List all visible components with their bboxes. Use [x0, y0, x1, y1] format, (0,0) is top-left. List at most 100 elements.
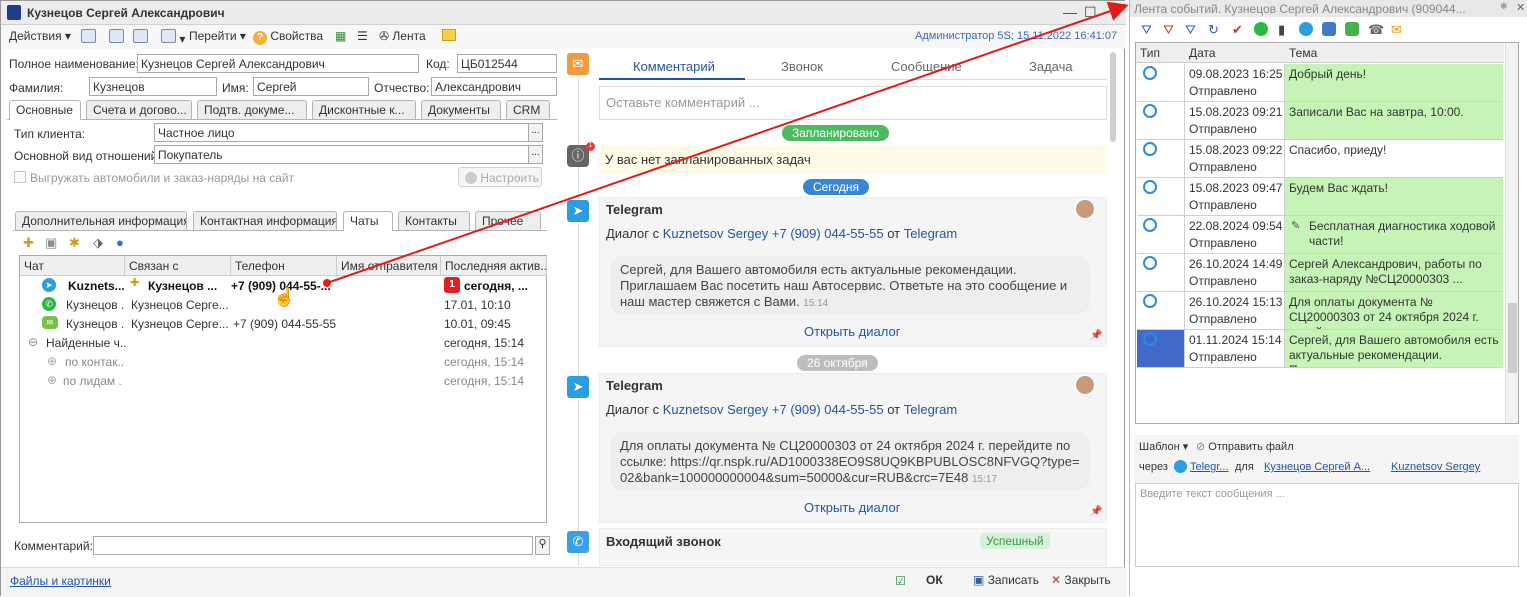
tab-documents[interactable]: Документы: [421, 100, 501, 119]
link-chat-icon[interactable]: ✱: [69, 235, 80, 251]
open-dialog-link[interactable]: Открыть диалог: [804, 324, 900, 339]
name-field[interactable]: Сергей: [253, 77, 369, 96]
col-topic[interactable]: Тема: [1289, 46, 1317, 60]
via-channel-link[interactable]: Telegr...: [1190, 461, 1229, 473]
comment-field[interactable]: [93, 536, 533, 555]
event-row[interactable]: 26.10.2024 14:49 Отправлено Сергей Алексан…: [1137, 254, 1503, 292]
subtab-other[interactable]: Прочее: [475, 211, 541, 230]
contacts-chat-icon[interactable]: ▣: [45, 235, 57, 251]
template-menu[interactable]: Шаблон ▾: [1139, 440, 1188, 453]
col-phone[interactable]: Телефон: [231, 256, 337, 276]
toolbar-icon-4[interactable]: ▾: [161, 29, 185, 46]
expand-icon[interactable]: ⊕: [47, 354, 57, 368]
pin-icon[interactable]: 📌: [1090, 506, 1102, 517]
ok-button[interactable]: ОК: [926, 573, 943, 587]
filter-icon[interactable]: ⛛: [1141, 22, 1152, 38]
tab-message[interactable]: Сообщение: [891, 59, 962, 74]
tab-confirm-docs[interactable]: Подтв. докуме...: [197, 100, 307, 119]
col-linked[interactable]: Связан с: [125, 256, 231, 276]
event-row[interactable]: 15.08.2023 09:47 Отправлено Будем Вас ждат…: [1137, 178, 1503, 216]
client-type-field[interactable]: Частное лицо: [154, 123, 529, 142]
col-type[interactable]: Тип: [1140, 46, 1160, 60]
toolbar-icon-1[interactable]: [81, 29, 96, 46]
tab-accounts[interactable]: Счета и догово...: [86, 100, 192, 119]
minimize-icon[interactable]: —: [1063, 4, 1077, 20]
phone-link[interactable]: +7 (909) 044-55-55: [772, 226, 884, 241]
subtab-additional-info[interactable]: Дополнительная информация: [15, 211, 187, 230]
subtab-contact-info[interactable]: Контактная информация: [193, 211, 337, 230]
code-field[interactable]: ЦБ012544: [457, 54, 557, 73]
col-last-activity[interactable]: Последняя актив...: [441, 256, 547, 276]
phone-device-icon[interactable]: ▮: [1278, 22, 1285, 38]
comment-input[interactable]: Оставьте комментарий ...: [599, 86, 1107, 120]
col-chat[interactable]: Чат: [20, 256, 125, 276]
full-name-field[interactable]: Кузнецов Сергей Александрович: [137, 54, 419, 73]
event-row[interactable]: 22.08.2024 09:54 Отправлено Бесплатная диа…: [1137, 216, 1503, 254]
contact-link[interactable]: Kuznetsov Sergey: [663, 226, 769, 241]
tab-discount[interactable]: Дисконтные к...: [312, 100, 416, 119]
tag-chat-icon[interactable]: ⬗: [93, 235, 103, 251]
cash-register-icon[interactable]: ▦: [335, 29, 346, 43]
filter-settings-icon[interactable]: ⛛: [1185, 22, 1196, 38]
note-icon[interactable]: [442, 29, 456, 44]
feed-scrollbar[interactable]: [1110, 52, 1116, 142]
phone-link[interactable]: +7 (909) 044-55-55: [772, 402, 884, 417]
tab-crm[interactable]: CRM: [506, 100, 550, 119]
close-button[interactable]: ✕ Закрыть: [1051, 573, 1111, 587]
col-sender[interactable]: Имя отправителя: [337, 256, 441, 276]
configure-button[interactable]: Настроить: [458, 167, 542, 187]
open-dialog-link[interactable]: Открыть диалог: [804, 500, 900, 515]
event-row[interactable]: 15.08.2023 09:21 Отправлено Записали Вас н…: [1137, 102, 1503, 140]
send-file-button[interactable]: ⊘ Отправить файл: [1196, 440, 1294, 453]
files-link[interactable]: Файлы и картинки: [10, 574, 111, 588]
event-row[interactable]: 09.08.2023 16:25 Отправлено Добрый день!: [1137, 64, 1503, 102]
toolbar-icon-2[interactable]: [109, 29, 124, 46]
properties-button[interactable]: ? Свойства: [253, 29, 323, 45]
for-contact-link[interactable]: Кузнецов Сергей А...: [1264, 461, 1370, 473]
maximize-icon[interactable]: ☐: [1084, 4, 1097, 21]
contact-link[interactable]: Kuznetsov Sergey: [663, 402, 769, 417]
pin-icon[interactable]: 📌: [1090, 330, 1102, 341]
event-row[interactable]: 26.10.2024 15:13 Отправлено Для оплаты док…: [1137, 292, 1503, 330]
group-found-chats[interactable]: ⊖ Найденные ч... сегодня, 15:14: [20, 333, 546, 352]
list-icon[interactable]: ☰: [357, 29, 368, 43]
col-date[interactable]: Дата: [1189, 46, 1216, 60]
actions-menu[interactable]: Действия ▾: [9, 29, 71, 43]
email-icon[interactable]: ✉: [1391, 22, 1402, 38]
tab-call[interactable]: Звонок: [781, 59, 823, 74]
check-list-icon[interactable]: ✔: [1232, 22, 1243, 38]
message-input[interactable]: Введите текст сообщения ...: [1135, 483, 1519, 567]
tab-task[interactable]: Задача: [1029, 59, 1073, 74]
subtab-contacts[interactable]: Контакты: [398, 211, 470, 230]
subtab-chats[interactable]: Чаты: [343, 211, 393, 231]
tab-basic[interactable]: Основные: [9, 100, 81, 120]
group-by-contacts[interactable]: ⊕ по контак... сегодня, 15:14: [20, 352, 546, 371]
goto-menu[interactable]: Перейти ▾: [189, 29, 246, 43]
client-type-select-button[interactable]: ...: [528, 123, 543, 142]
vk-icon[interactable]: [1322, 22, 1336, 36]
whatsapp-icon[interactable]: [1254, 22, 1268, 36]
event-row[interactable]: 15.08.2023 09:22 Отправлено Спасибо, приед…: [1137, 140, 1503, 178]
for-account-link[interactable]: Kuznetsov Sergey: [1391, 461, 1480, 473]
refresh-chat-icon[interactable]: ✚: [23, 235, 34, 251]
patronymic-field[interactable]: Александрович: [431, 77, 557, 96]
export-checkbox[interactable]: [14, 171, 26, 183]
close-icon[interactable]: ✕: [1516, 1, 1525, 14]
call-icon[interactable]: ☎: [1368, 22, 1384, 38]
feed-button[interactable]: ✇ Лента: [379, 29, 426, 43]
sms-icon[interactable]: [1345, 22, 1359, 36]
comment-search-button[interactable]: ⚲: [535, 536, 550, 555]
table-row[interactable]: ✉ Кузнецов ... Кузнецов Серге... +7 (909…: [20, 314, 546, 333]
refresh-icon[interactable]: ↻: [1208, 22, 1219, 38]
telegram-icon[interactable]: [1299, 22, 1313, 36]
relation-field[interactable]: Покупатель: [154, 145, 529, 164]
scroll-thumb[interactable]: [1508, 303, 1517, 373]
expand-icon[interactable]: ⊕: [47, 373, 57, 387]
collapse-icon[interactable]: ⊖: [28, 335, 38, 349]
tab-comment[interactable]: Комментарий: [633, 59, 715, 74]
toolbar-icon-3[interactable]: [133, 29, 148, 46]
group-by-leads[interactable]: ⊕ по лидам ... сегодня, 15:14: [20, 371, 546, 390]
events-scrollbar[interactable]: [1505, 43, 1518, 423]
channel-link[interactable]: Telegram: [904, 226, 957, 241]
pin-icon[interactable]: ✱: [1500, 1, 1508, 12]
